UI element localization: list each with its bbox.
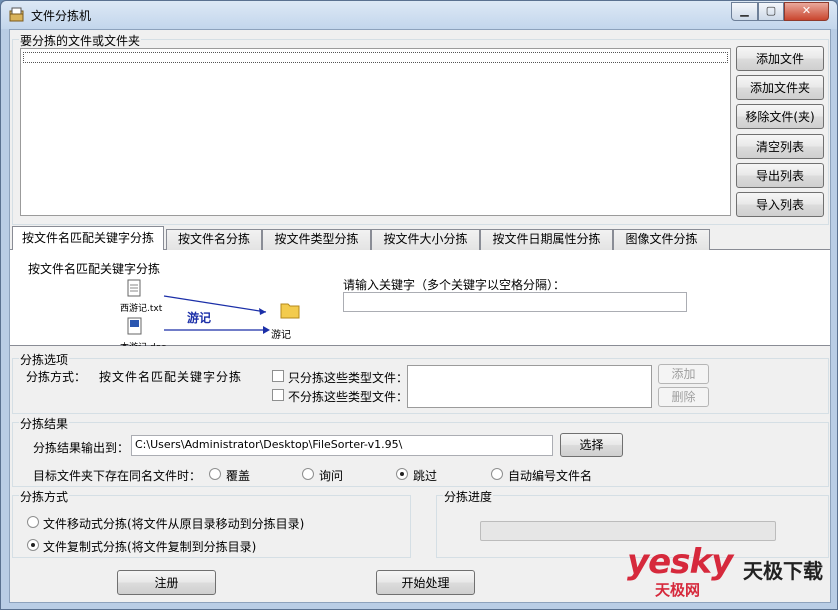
mode-copy-radio[interactable] bbox=[27, 539, 39, 551]
conflict-ask-radio[interactable] bbox=[302, 468, 314, 480]
tab-filedate[interactable]: 按文件日期属性分拣 bbox=[480, 229, 613, 250]
conflict-ask-label: 询问 bbox=[319, 469, 344, 483]
tab-strip: 按文件名匹配关键字分拣 按文件名分拣 按文件类型分拣 按文件大小分拣 按文件日期… bbox=[10, 226, 830, 251]
result-group-title: 分拣结果 bbox=[19, 415, 70, 432]
add-file-button[interactable]: 添加文件 bbox=[736, 46, 824, 71]
add-type-button[interactable]: 添加 bbox=[658, 364, 709, 384]
choose-output-button[interactable]: 选择 bbox=[560, 433, 623, 457]
list-focus-row bbox=[23, 52, 728, 63]
conflict-skip-radio[interactable] bbox=[396, 468, 408, 480]
method-value: 按文件名匹配关键字分拣 bbox=[99, 370, 243, 384]
maximize-icon[interactable]: ▢ bbox=[758, 2, 784, 21]
tab-image[interactable]: 图像文件分拣 bbox=[613, 229, 710, 250]
conflict-autonumber-label: 自动编号文件名 bbox=[508, 469, 593, 483]
diagram-keyword: 游记 bbox=[187, 311, 212, 325]
progress-group-title: 分拣进度 bbox=[443, 488, 494, 505]
panel-heading: 按文件名匹配关键字分拣 bbox=[28, 262, 161, 276]
conflict-overwrite-radio[interactable] bbox=[209, 468, 221, 480]
file-group-title: 要分拣的文件或文件夹 bbox=[19, 32, 142, 49]
delete-type-button[interactable]: 删除 bbox=[658, 387, 709, 407]
add-folder-button[interactable]: 添加文件夹 bbox=[736, 75, 824, 100]
file-list[interactable] bbox=[20, 48, 731, 216]
only-types-label: 只分拣这些类型文件： bbox=[288, 371, 409, 385]
only-types-checkbox[interactable] bbox=[272, 370, 284, 382]
yesky-logo: yesky bbox=[627, 542, 733, 582]
mode-move-label: 文件移动式分拣(将文件从原目录移动到分拣目录) bbox=[43, 517, 305, 531]
conflict-autonumber-radio[interactable] bbox=[491, 468, 503, 480]
exclude-types-label: 不分拣这些类型文件： bbox=[288, 390, 409, 404]
output-path-field[interactable]: C:\Users\Administrator\Desktop\FileSorte… bbox=[131, 435, 553, 456]
output-label: 分拣结果输出到： bbox=[33, 441, 130, 455]
tab-filename[interactable]: 按文件名分拣 bbox=[166, 229, 262, 250]
import-list-button[interactable]: 导入列表 bbox=[736, 192, 824, 217]
tab-filetype[interactable]: 按文件类型分拣 bbox=[262, 229, 371, 250]
clear-list-button[interactable]: 清空列表 bbox=[736, 134, 824, 159]
export-list-button[interactable]: 导出列表 bbox=[736, 163, 824, 188]
tab-panel-keyword: 按文件名匹配关键字分拣 西游记.txt 本游记.doc 游记 游记 请输入关键字… bbox=[10, 250, 830, 346]
app-icon bbox=[9, 7, 24, 22]
minimize-icon[interactable]: ▁ bbox=[731, 2, 758, 21]
diagram-file1: 西游记.txt bbox=[120, 304, 163, 314]
conflict-label: 目标文件夹下存在同名文件时： bbox=[33, 469, 202, 483]
client-area: 要分拣的文件或文件夹 添加文件 添加文件夹 移除文件(夹) 清空列表 导出列表 … bbox=[9, 29, 831, 603]
keyword-label: 请输入关键字（多个关键字以空格分隔）： bbox=[343, 278, 566, 292]
mode-copy-label: 文件复制式分拣(将文件复制到分拣目录) bbox=[43, 540, 257, 554]
progress-bar bbox=[480, 521, 776, 541]
conflict-skip-label: 跳过 bbox=[413, 469, 438, 483]
watermark-sub: 天极网 bbox=[655, 581, 701, 599]
diagram-folder: 游记 bbox=[271, 330, 291, 341]
exclude-types-checkbox[interactable] bbox=[272, 389, 284, 401]
tab-keyword-match[interactable]: 按文件名匹配关键字分拣 bbox=[12, 226, 164, 251]
window-title: 文件分拣机 bbox=[31, 9, 92, 23]
tab-filesize[interactable]: 按文件大小分拣 bbox=[371, 229, 480, 250]
title-bar[interactable]: 文件分拣机 ▁ ▢ ✕ bbox=[1, 1, 837, 29]
mode-group-title: 分拣方式 bbox=[19, 488, 70, 505]
method-label: 分拣方式： bbox=[26, 370, 87, 384]
options-group-title: 分拣选项 bbox=[19, 351, 70, 368]
watermark-brand: 天极下载 bbox=[743, 559, 823, 583]
types-list[interactable] bbox=[407, 365, 652, 408]
mode-move-radio[interactable] bbox=[27, 516, 39, 528]
diagram-file2: 本游记.doc bbox=[120, 340, 166, 346]
remove-file-button[interactable]: 移除文件(夹) bbox=[736, 104, 824, 129]
app-window: 文件分拣机 ▁ ▢ ✕ 要分拣的文件或文件夹 添加文件 添加文件夹 移除文件(夹… bbox=[0, 0, 838, 610]
close-icon[interactable]: ✕ bbox=[784, 2, 829, 21]
keyword-input[interactable] bbox=[343, 292, 687, 312]
register-button[interactable]: 注册 bbox=[117, 570, 216, 595]
conflict-overwrite-label: 覆盖 bbox=[226, 469, 251, 483]
start-button[interactable]: 开始处理 bbox=[376, 570, 475, 595]
